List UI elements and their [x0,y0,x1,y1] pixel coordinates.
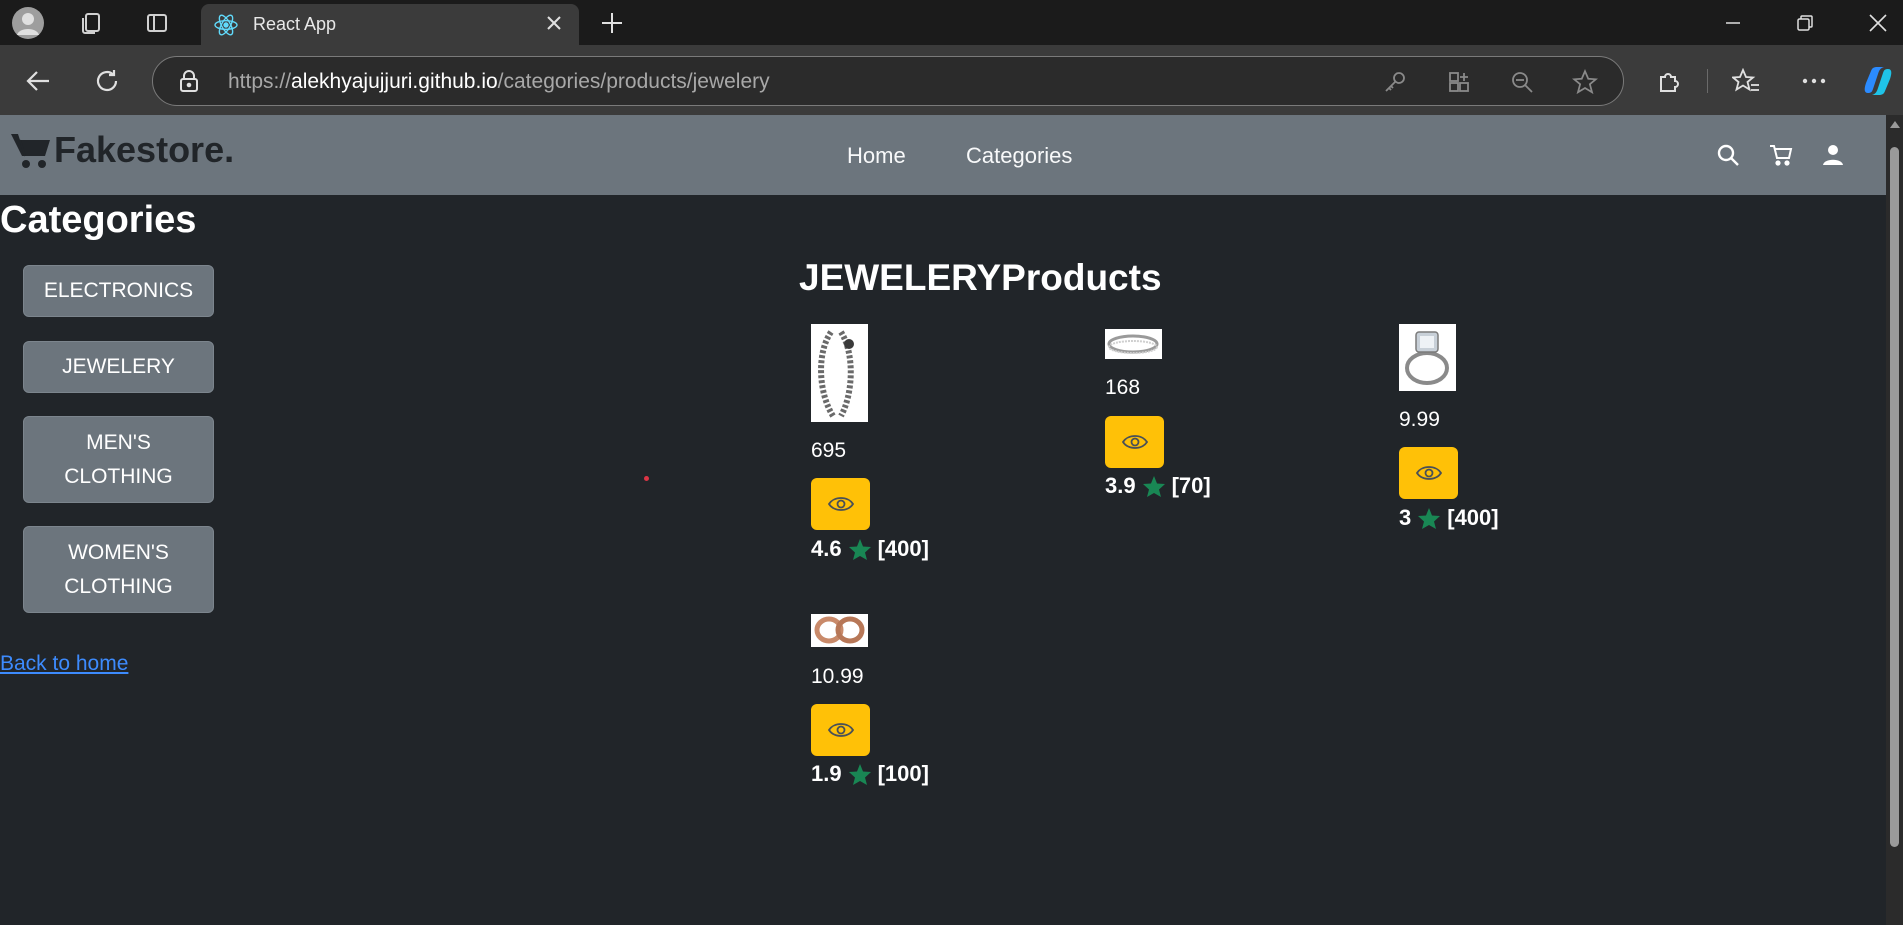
rating-count: [100] [877,761,929,786]
eye-icon [1121,435,1148,449]
star-icon [1418,507,1441,529]
chain-bracelet-icon [818,330,854,418]
product-price: 9.99 [1399,408,1440,431]
view-product-button[interactable] [1105,416,1164,468]
reload-icon[interactable] [87,61,127,101]
nav-link-categories[interactable]: Categories [966,143,1072,169]
favorite-star-icon[interactable] [1569,66,1601,98]
diamond-ring-icon [1405,331,1449,385]
product-rating: 1.9 [100] [811,761,929,787]
back-icon[interactable] [18,61,58,101]
categories-heading: Categories [0,199,197,241]
star-icon [848,538,871,560]
address-bar[interactable]: https://alekhyajujjuri.github.io/categor… [152,56,1624,106]
category-label: WOMEN'S CLOTHING [64,540,173,598]
close-window-icon[interactable] [1848,0,1903,45]
url-host: alekhyajujjuri.github.io [291,70,498,93]
restore-icon[interactable] [1775,0,1835,45]
view-product-button[interactable] [1399,447,1458,499]
app-available-icon[interactable] [1443,66,1475,98]
url-path: /categories/products/jewelery [497,70,770,93]
react-logo-icon [213,12,239,43]
browser-tab-bar: React App [0,0,1903,45]
user-icon[interactable] [1818,140,1848,170]
product-image[interactable] [811,324,868,422]
active-tab[interactable]: React App [201,4,579,45]
view-product-button[interactable] [811,704,870,756]
product-rating: 3.9 [70] [1105,473,1211,499]
rating-value: 4.6 [811,536,842,561]
brand-name: Fakestore. [54,129,235,170]
site-navbar: Fakestore. Home Categories [0,115,1886,195]
vertical-scrollbar[interactable] [1886,115,1903,925]
silver-bangle-icon [1107,334,1159,354]
category-button-mens-clothing[interactable]: MEN'S CLOTHING [23,416,214,503]
product-image[interactable] [811,614,868,647]
category-button-electronics[interactable]: ELECTRONICS [23,265,214,317]
tab-actions-icon[interactable] [139,6,175,40]
product-price: 695 [811,439,847,462]
star-icon [848,763,871,785]
browser-toolbar: https://alekhyajujjuri.github.io/categor… [0,45,1903,115]
cursor-dot [644,476,649,481]
product-price: 10.99 [811,665,864,688]
scrollbar-thumb[interactable] [1890,147,1899,847]
eye-icon [827,497,854,511]
product-image[interactable] [1399,324,1456,391]
tab-title: React App [253,14,337,34]
url-scheme: https:// [228,70,292,93]
profile-avatar-icon[interactable] [10,6,46,40]
category-button-womens-clothing[interactable]: WOMEN'S CLOTHING [23,526,214,613]
view-product-button[interactable] [811,478,870,530]
zoom-out-icon[interactable] [1506,66,1538,98]
rating-count: [400] [877,536,929,561]
product-price: 168 [1105,376,1141,399]
rating-value: 3.9 [1105,473,1136,498]
category-label: JEWELERY [62,355,175,378]
url-text[interactable]: https://alekhyajujjuri.github.io/categor… [228,70,770,94]
copilot-icon[interactable] [1858,61,1898,101]
scroll-up-arrow-icon[interactable] [1890,121,1900,128]
star-icon [1142,475,1165,497]
products-heading: JEWELERYProducts [799,257,1162,298]
eye-icon [1415,466,1442,480]
product-rating: 4.6 [400] [811,536,929,562]
brand-logo[interactable]: Fakestore. [10,129,234,171]
category-label: MEN'S CLOTHING [64,430,173,488]
new-tab-icon[interactable] [594,6,630,40]
rating-value: 1.9 [811,761,842,786]
back-to-home-link[interactable]: Back to home [0,652,128,676]
cart-icon[interactable] [1766,140,1796,170]
nav-link-home[interactable]: Home [847,143,906,169]
rose-gold-rings-icon [814,616,865,644]
cart-logo-icon [11,134,50,168]
key-icon[interactable] [1379,66,1411,98]
workspaces-icon[interactable] [73,6,109,40]
page-viewport: Fakestore. Home Categories Categories EL… [0,115,1886,925]
toolbar-divider [1707,69,1708,93]
category-label: ELECTRONICS [43,279,194,302]
search-icon[interactable] [1713,140,1743,170]
extensions-icon[interactable] [1649,61,1689,101]
product-rating: 3 [400] [1399,505,1499,531]
rating-count: [70] [1171,473,1211,498]
favorites-icon[interactable] [1726,61,1766,101]
product-image[interactable] [1105,329,1162,359]
rating-count: [400] [1447,505,1499,530]
eye-icon [827,723,854,737]
category-button-jewelery[interactable]: JEWELERY [23,341,214,393]
rating-value: 3 [1399,505,1412,530]
more-options-icon[interactable] [1794,61,1834,101]
close-tab-icon[interactable] [541,10,567,36]
minimize-icon[interactable] [1703,0,1763,45]
lock-icon[interactable] [178,69,200,98]
